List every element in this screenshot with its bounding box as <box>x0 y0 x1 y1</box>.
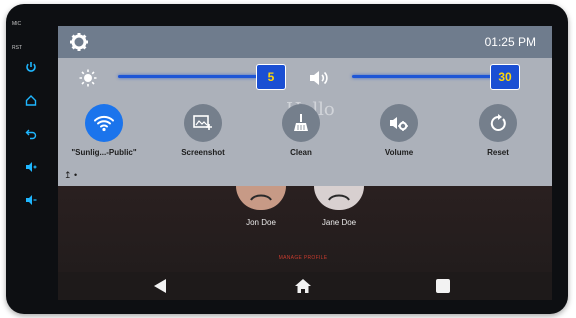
back-icon[interactable] <box>151 278 169 294</box>
tablet-device: MIC RST Jon Doe Jane Doe MANAGE PROFILE … <box>6 4 568 314</box>
gear-icon[interactable] <box>69 32 89 52</box>
back-bezel-icon[interactable] <box>24 127 38 141</box>
screenshot-icon <box>184 104 222 142</box>
wifi-icon <box>85 104 123 142</box>
manage-profile-link[interactable]: MANAGE PROFILE <box>258 255 348 261</box>
screenshot-button[interactable]: Screenshot <box>163 104 243 157</box>
quick-settings-panel: Hello 01:25 PM 5 <box>58 26 552 186</box>
home-icon[interactable] <box>294 278 312 294</box>
volume-slider[interactable] <box>352 75 498 78</box>
power-icon[interactable] <box>24 60 38 74</box>
brightness-slider[interactable] <box>118 75 264 78</box>
volume-label: Volume <box>384 148 414 157</box>
volume-settings-button[interactable]: Volume <box>359 104 439 157</box>
reset-icon <box>479 104 517 142</box>
notification-upload[interactable]: ↥ • <box>64 170 77 181</box>
navigation-bar <box>58 272 552 300</box>
screen: Jon Doe Jane Doe MANAGE PROFILE Hello 01… <box>58 26 552 300</box>
recents-icon[interactable] <box>434 278 452 294</box>
reset-label: Reset <box>487 148 509 157</box>
volume-down-bezel-icon[interactable] <box>24 193 38 207</box>
clean-label: Clean <box>290 148 312 157</box>
profile-name[interactable]: Jane Doe <box>299 218 379 227</box>
wifi-toggle[interactable]: "Sunlig...-Public" <box>64 104 144 157</box>
rst-label: RST <box>12 45 22 51</box>
speaker-icon <box>310 71 328 85</box>
broom-icon <box>282 104 320 142</box>
brightness-slider-thumb[interactable]: 5 <box>256 64 286 90</box>
profile-name[interactable]: Jon Doe <box>221 218 301 227</box>
volume-up-bezel-icon[interactable] <box>24 160 38 174</box>
wifi-label: "Sunlig...-Public" <box>71 148 137 157</box>
volume-settings-icon <box>380 104 418 142</box>
clean-button[interactable]: Clean <box>261 104 341 157</box>
clock: 01:25 PM <box>484 35 536 49</box>
volume-slider-thumb[interactable]: 30 <box>490 64 520 90</box>
brightness-icon <box>79 69 97 87</box>
reset-button[interactable]: Reset <box>458 104 538 157</box>
mic-label: MIC <box>12 21 22 27</box>
status-bar: 01:25 PM <box>58 26 552 58</box>
screenshot-label: Screenshot <box>181 148 225 157</box>
home-bezel-icon[interactable] <box>24 93 38 107</box>
